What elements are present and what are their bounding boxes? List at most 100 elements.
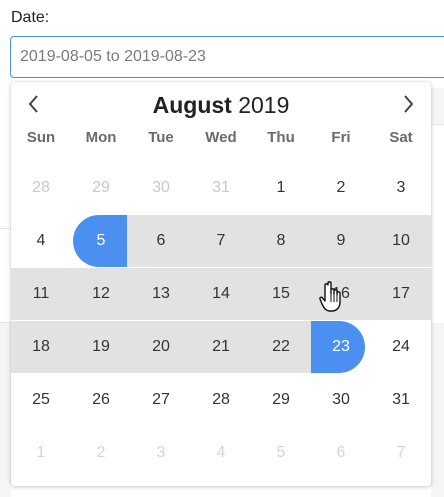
day-number: 2 [96,444,106,461]
day-number: 2 [336,179,346,196]
day-number: 3 [156,444,166,461]
chevron-right-icon [404,95,414,113]
day-number: 6 [336,444,346,461]
weekday-fri: Fri [331,129,351,146]
day-number: 10 [392,232,410,249]
calendar-day-next-month[interactable]: 1 [11,427,71,479]
calendar-day[interactable]: 25 [11,374,71,426]
range-start-day[interactable]: 5 [71,215,131,267]
day-number: 24 [392,338,410,355]
calendar-day-in-range[interactable]: 6 [131,215,191,267]
day-number: 23 [332,338,350,355]
weekday-sat: Sat [389,129,413,146]
year-label: 2019 [238,92,290,118]
calendar-day[interactable]: 29 [251,374,311,426]
day-number: 28 [32,179,50,196]
day-number: 9 [336,232,346,249]
calendar-day-in-range[interactable]: 9 [311,215,371,267]
day-number: 28 [212,391,230,408]
calendar-day[interactable]: 4 [11,215,71,267]
calendar-day-next-month[interactable]: 3 [131,427,191,479]
weekday-mon: Mon [85,129,117,146]
calendar-day-in-range[interactable]: 15 [251,268,311,320]
calendar-day-next-month[interactable]: 5 [251,427,311,479]
calendar-day-in-range[interactable]: 8 [251,215,311,267]
date-picker-popup: August 2019 Sun Mon Tue Wed Thu Fri Sat … [11,82,431,486]
day-number: 30 [152,179,170,196]
calendar-day-prev-month[interactable]: 29 [71,162,131,214]
day-number: 7 [216,232,226,249]
day-number: 6 [156,232,166,249]
calendar-day-next-month[interactable]: 7 [371,427,431,479]
calendar-day[interactable]: 2 [311,162,371,214]
day-number: 11 [32,285,50,302]
day-number: 29 [92,179,110,196]
weekday-tue: Tue [148,129,174,146]
day-number: 27 [152,391,170,408]
calendar-day[interactable]: 28 [191,374,251,426]
range-end-day[interactable]: 23 [311,321,371,373]
calendar-day-prev-month[interactable]: 31 [191,162,251,214]
day-number: 19 [92,338,110,355]
calendar-day[interactable]: 30 [311,374,371,426]
day-number: 7 [396,444,406,461]
calendar-day[interactable]: 3 [371,162,431,214]
calendar-day-in-range[interactable]: 13 [131,268,191,320]
calendar-day-in-range[interactable]: 19 [71,321,131,373]
calendar-day-in-range[interactable]: 21 [191,321,251,373]
background-divider [0,228,11,229]
day-number: 31 [212,179,230,196]
calendar-day-in-range[interactable]: 11 [11,268,71,320]
calendar-day-next-month[interactable]: 6 [311,427,371,479]
day-number: 21 [212,338,230,355]
calendar-day[interactable]: 1 [251,162,311,214]
calendar-day-prev-month[interactable]: 28 [11,162,71,214]
calendar-day[interactable]: 24 [371,321,431,373]
calendar-day-in-range[interactable]: 10 [371,215,431,267]
weekday-wed: Wed [205,129,237,146]
calendar-day[interactable]: 31 [371,374,431,426]
day-number: 25 [32,391,50,408]
calendar-day-in-range[interactable]: 14 [191,268,251,320]
day-number: 16 [332,285,350,302]
month-name: August [152,92,232,118]
day-number: 15 [272,285,290,302]
day-number: 31 [392,391,410,408]
calendar-day-prev-month[interactable]: 30 [131,162,191,214]
day-number: 8 [276,232,286,249]
day-number: 5 [96,232,106,249]
day-number: 13 [152,285,170,302]
calendar-day[interactable]: 27 [131,374,191,426]
calendar-day-in-range[interactable]: 22 [251,321,311,373]
day-number: 12 [92,285,110,302]
day-number: 30 [332,391,350,408]
month-year-title: August 2019 [11,91,431,119]
day-number: 3 [396,179,406,196]
calendar-day-next-month[interactable]: 2 [71,427,131,479]
day-number: 26 [92,391,110,408]
next-month-button[interactable] [393,89,423,119]
weekday-header: Sun Mon Tue Wed Thu Fri Sat [11,129,431,149]
date-range-input[interactable] [10,36,444,78]
day-number: 4 [216,444,226,461]
calendar-day-next-month[interactable]: 4 [191,427,251,479]
day-number: 17 [392,285,410,302]
calendar-day-in-range[interactable]: 7 [191,215,251,267]
day-number: 4 [36,232,46,249]
weekday-sun: Sun [26,129,56,146]
calendar-day-in-range[interactable]: 18 [11,321,71,373]
day-number: 1 [276,179,286,196]
calendar-day-in-range[interactable]: 20 [131,321,191,373]
calendar-day[interactable]: 26 [71,374,131,426]
day-number: 1 [36,444,46,461]
calendar-day-in-range[interactable]: 16 [311,268,371,320]
date-label: Date: [11,9,50,26]
background-panel [431,323,444,497]
day-number: 18 [32,338,50,355]
calendar-day-in-range[interactable]: 12 [71,268,131,320]
day-number: 14 [212,285,230,302]
calendar-day-in-range[interactable]: 17 [371,268,431,320]
background-panel [0,323,11,497]
day-number: 20 [152,338,170,355]
day-number: 22 [272,338,290,355]
